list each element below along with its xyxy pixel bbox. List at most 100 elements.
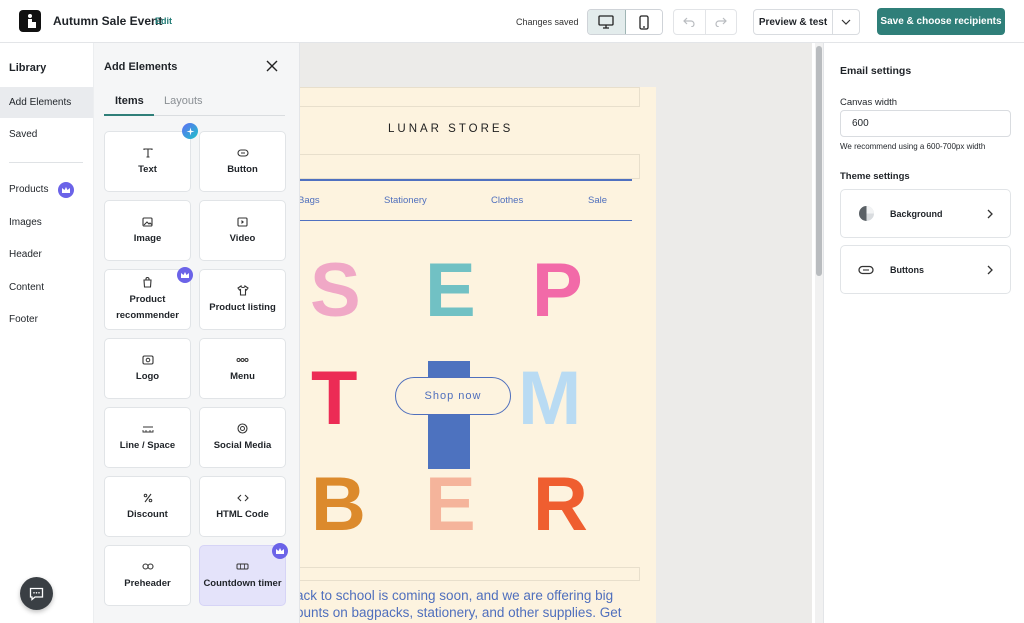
chevron-right-icon — [987, 209, 993, 218]
settings-title: Email settings — [840, 65, 912, 77]
social-media-icon — [237, 423, 248, 434]
button-icon — [236, 148, 249, 157]
hero-letter: B — [311, 462, 366, 547]
save-status: Changes saved — [516, 17, 579, 27]
top-bar: Autumn Sale Event Edit Changes saved Pre… — [0, 0, 1024, 43]
element-card-text[interactable]: Text — [104, 131, 191, 192]
background-palette-icon — [858, 206, 874, 221]
chevron-down-icon — [841, 19, 851, 25]
preheader-block[interactable] — [300, 87, 640, 107]
ai-sparkle-icon — [182, 123, 198, 139]
sidebar-item-add-elements[interactable]: Add Elements — [0, 87, 93, 118]
sidebar-item-saved[interactable]: Saved — [0, 119, 93, 150]
desktop-icon — [598, 15, 614, 29]
sidebar-item-images[interactable]: Images — [0, 207, 93, 238]
logo-icon — [141, 354, 154, 365]
nav-divider-bottom — [300, 220, 632, 221]
element-card-image[interactable]: Image — [104, 200, 191, 261]
hero-letter: E — [425, 462, 476, 547]
text-icon — [142, 147, 153, 158]
theme-settings-label: Theme settings — [840, 171, 910, 182]
edit-title-link[interactable]: Edit — [155, 16, 172, 26]
hero-letter: P — [532, 248, 583, 333]
shop-now-button[interactable]: Shop now — [395, 377, 511, 415]
crown-icon — [58, 181, 75, 198]
save-choose-recipients-button[interactable]: Save & choose recipients — [877, 8, 1005, 35]
email-preview[interactable]: LUNAR STORES Bags Stationery Clothes Sal… — [300, 87, 656, 623]
nav-link-sale[interactable]: Sale — [588, 195, 607, 206]
element-card-product-listing[interactable]: Product listing — [199, 269, 286, 330]
hero-letter: T — [311, 356, 358, 441]
hero-letter: E — [425, 248, 476, 333]
tab-items[interactable]: Items — [115, 95, 144, 107]
nav-link-bags[interactable]: Bags — [300, 195, 320, 206]
panel-tabs: Items Layouts — [104, 88, 285, 116]
crown-icon — [177, 267, 193, 283]
campaign-title: Autumn Sale Event — [53, 14, 163, 28]
canvas-width-input[interactable]: 600 — [840, 110, 1011, 137]
mobile-icon — [639, 14, 649, 30]
canvas-scrollbar[interactable] — [815, 43, 823, 623]
nav-link-stationery[interactable]: Stationery — [384, 195, 427, 206]
element-card-line-space[interactable]: Line / Space — [104, 407, 191, 468]
countdown-icon — [236, 563, 249, 570]
tab-layouts[interactable]: Layouts — [164, 95, 203, 107]
hero-letter: R — [533, 462, 588, 547]
canvas-width-hint: We recommend using a 600-700px width — [840, 142, 986, 151]
nav-link-clothes[interactable]: Clothes — [491, 195, 523, 206]
email-settings-panel: Email settings Canvas width 600 We recom… — [823, 43, 1024, 623]
code-icon — [236, 494, 249, 501]
spacer-block[interactable] — [300, 154, 640, 179]
video-icon — [237, 216, 248, 227]
button-icon — [858, 265, 874, 274]
element-card-button[interactable]: Button — [199, 131, 286, 192]
email-canvas[interactable]: LUNAR STORES Bags Stationery Clothes Sal… — [300, 43, 812, 623]
sidebar-item-footer[interactable]: Footer — [0, 304, 93, 335]
device-toggle — [587, 9, 663, 35]
link-icon — [141, 563, 154, 570]
app-logo-icon[interactable] — [19, 10, 41, 32]
element-card-preheader[interactable]: Preheader — [104, 545, 191, 606]
sidebar-divider — [9, 162, 83, 163]
redo-icon — [715, 17, 727, 27]
sidebar-item-content[interactable]: Content — [0, 272, 93, 303]
undo-icon — [683, 17, 695, 27]
element-card-discount[interactable]: Discount — [104, 476, 191, 537]
crown-icon — [272, 543, 288, 559]
mobile-view-button[interactable] — [625, 10, 662, 34]
preview-test-button[interactable]: Preview & test — [753, 9, 833, 35]
scrollbar-thumb[interactable] — [816, 46, 822, 276]
product-recommender-icon — [143, 277, 152, 288]
library-title: Library — [9, 62, 47, 74]
theme-buttons-item[interactable]: Buttons — [840, 245, 1011, 294]
hero-letter: M — [518, 356, 582, 441]
element-card-social-media[interactable]: Social Media — [199, 407, 286, 468]
close-icon[interactable] — [265, 59, 279, 73]
canvas-width-label: Canvas width — [840, 97, 898, 108]
image-icon — [142, 216, 153, 227]
menu-icon — [236, 357, 249, 362]
hero-letter: S — [310, 248, 361, 333]
element-card-logo[interactable]: Logo — [104, 338, 191, 399]
add-elements-panel: Add Elements Items Layouts Text Button I… — [94, 43, 300, 623]
theme-background-item[interactable]: Background — [840, 189, 1011, 238]
desktop-view-button[interactable] — [588, 10, 626, 34]
brand-name[interactable]: LUNAR STORES — [388, 123, 513, 135]
line-space-icon — [142, 426, 153, 432]
redo-button[interactable] — [706, 10, 737, 34]
sidebar-item-products[interactable]: Products — [0, 174, 93, 205]
undo-button[interactable] — [674, 10, 706, 34]
element-card-video[interactable]: Video — [199, 200, 286, 261]
element-card-menu[interactable]: Menu — [199, 338, 286, 399]
preview-options-button[interactable] — [833, 9, 860, 35]
chat-support-button[interactable] — [20, 577, 53, 610]
percent-icon — [143, 493, 152, 502]
body-text[interactable]: ack to school is coming soon, and we are… — [300, 587, 656, 621]
spacer-block[interactable] — [300, 567, 640, 581]
element-card-html-code[interactable]: HTML Code — [199, 476, 286, 537]
shirt-icon — [236, 285, 249, 296]
sidebar-item-header[interactable]: Header — [0, 239, 93, 270]
panel-title: Add Elements — [104, 61, 178, 73]
chat-icon — [29, 587, 44, 601]
chevron-right-icon — [987, 265, 993, 274]
